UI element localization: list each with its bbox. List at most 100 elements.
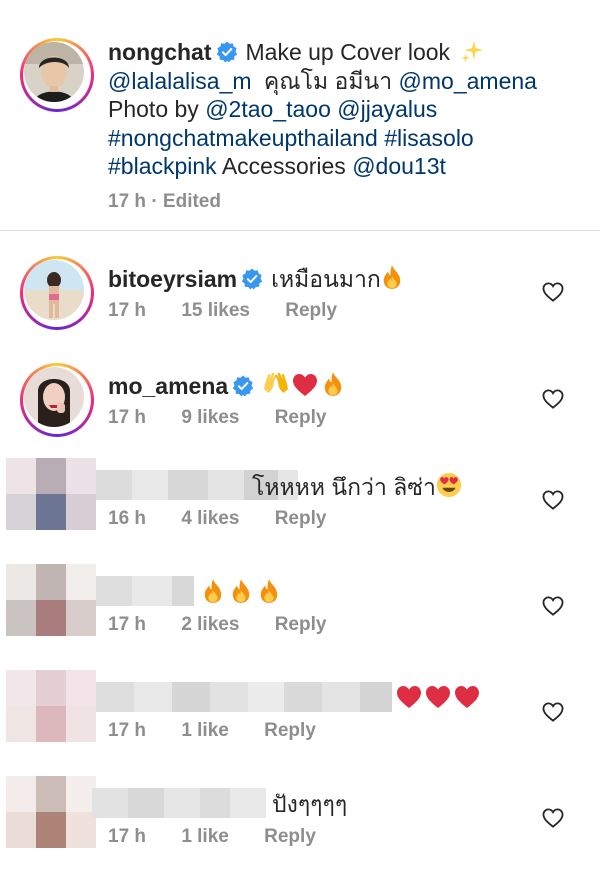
- pixelated-avatar: [6, 458, 96, 564]
- comment-time: 17 h: [108, 614, 147, 635]
- caption-thai-name: คุณโม อมีนา: [263, 67, 393, 94]
- comment-likes[interactable]: 2 likes: [181, 614, 239, 635]
- comment-time: 16 h: [108, 508, 147, 529]
- verified-badge-icon: [241, 268, 263, 290]
- fire-emoji-icon: [230, 578, 252, 604]
- post-caption: nongchat Make up Cover look @lalalalisa_m…: [0, 0, 600, 232]
- comment-item: ปังๆๆๆๆ 17 h 1 like Reply: [0, 776, 600, 882]
- caption-title: Make up Cover look: [245, 39, 451, 65]
- comment-username[interactable]: mo_amena: [108, 373, 228, 399]
- mention-lalalalisa-m[interactable]: @lalalalisa_m: [108, 68, 252, 94]
- verified-badge-icon: [216, 41, 238, 63]
- mention-2tao-taoo[interactable]: @2tao_taoo: [205, 96, 331, 122]
- comment-likes[interactable]: 9 likes: [181, 407, 239, 428]
- red-heart-emoji-icon: [292, 373, 318, 397]
- comment-text-line: โหหหห นึกว่า ลิซ่า: [252, 472, 462, 501]
- comment-likes[interactable]: 15 likes: [181, 300, 250, 321]
- verified-badge-icon: [232, 375, 254, 397]
- comment-item: mo_amena 17 h 9 likes Reply: [0, 357, 600, 463]
- comment-time: 17 h: [108, 407, 147, 428]
- fire-emoji-icon: [202, 578, 224, 604]
- reply-button[interactable]: Reply: [264, 826, 316, 847]
- comment-text-line: [396, 684, 480, 712]
- divider: [0, 230, 600, 231]
- comment-meta: 17 h 1 like Reply: [108, 720, 346, 742]
- reply-button[interactable]: Reply: [275, 614, 327, 635]
- caption-time: 17 h: [108, 191, 147, 212]
- caption-username[interactable]: nongchat: [108, 39, 212, 65]
- comment-likes[interactable]: 1 like: [181, 720, 229, 741]
- heart-eyes-emoji-icon: [436, 472, 462, 498]
- fire-emoji-icon: [322, 371, 344, 397]
- reply-button[interactable]: Reply: [264, 720, 316, 741]
- pixelated-avatar: [6, 564, 96, 670]
- comment-meta: 17 h 1 like Reply: [108, 826, 346, 848]
- comment-likes[interactable]: 4 likes: [181, 508, 239, 529]
- commenter-avatar-photo: [24, 367, 84, 427]
- comment-text-line: ปังๆๆๆๆ: [272, 790, 347, 818]
- fire-emoji-icon: [381, 264, 403, 290]
- comment-meta: 17 h 15 likes Reply: [108, 300, 367, 322]
- comment-username[interactable]: bitoeyrsiam: [108, 266, 237, 292]
- comment-item: 17 h 2 likes Reply: [0, 564, 600, 670]
- redacted-username: [96, 682, 392, 712]
- comment-text-line: mo_amena: [108, 371, 344, 400]
- fire-emoji-icon: [258, 578, 280, 604]
- like-heart-icon[interactable]: [542, 808, 564, 828]
- comment-body: ปังๆๆๆๆ: [272, 791, 348, 817]
- caption-line-3: Photo by @2tao_taoo @jjayalus: [108, 95, 588, 124]
- hashtag-nongchatmakeupthailand[interactable]: #nongchatmakeupthailand: [108, 125, 378, 151]
- caption-edited: Edited: [162, 191, 221, 212]
- hashtag-blackpink[interactable]: #blackpink: [108, 153, 217, 179]
- pixelated-avatar: [6, 776, 96, 882]
- comment-item: 17 h 1 like Reply: [0, 670, 600, 776]
- author-avatar-photo: [24, 42, 84, 102]
- comment-likes[interactable]: 1 like: [181, 826, 229, 847]
- reply-button[interactable]: Reply: [275, 407, 327, 428]
- sparkles-icon: [460, 39, 484, 63]
- reply-button[interactable]: Reply: [275, 508, 327, 529]
- caption-accessories: Accessories: [221, 153, 346, 179]
- comment-meta: 16 h 4 likes Reply: [108, 508, 356, 530]
- comment-meta: 17 h 2 likes Reply: [108, 614, 356, 636]
- mention-mo-amena[interactable]: @mo_amena: [399, 68, 537, 94]
- commenter-avatar[interactable]: [20, 256, 94, 330]
- comment-text-line: bitoeyrsiam เหมือนมาก: [108, 264, 403, 293]
- pixelated-avatar: [6, 670, 96, 776]
- comment-text-line: [202, 578, 280, 607]
- caption-meta: 17 h · Edited: [108, 191, 221, 213]
- comment-item: bitoeyrsiam เหมือนมาก 17 h 15 likes Reply: [0, 250, 600, 356]
- comment-time: 17 h: [108, 826, 147, 847]
- caption-line-2: @lalalalisa_m คุณโม อมีนา @mo_amena: [108, 67, 588, 96]
- caption-line-4: #nongchatmakeupthailand #lisasolo: [108, 124, 588, 153]
- commenter-avatar[interactable]: [20, 363, 94, 437]
- red-heart-emoji-icon: [454, 685, 480, 709]
- caption-text: nongchat Make up Cover look @lalalalisa_m…: [108, 38, 588, 181]
- like-heart-icon[interactable]: [542, 490, 564, 510]
- comment-meta: 17 h 9 likes Reply: [108, 407, 356, 429]
- comment-body: โหหหห นึกว่า ลิซ่า: [252, 474, 436, 500]
- redacted-username: [96, 576, 194, 606]
- comment-time: 17 h: [108, 720, 147, 741]
- red-heart-emoji-icon: [396, 685, 422, 709]
- like-heart-icon[interactable]: [542, 596, 564, 616]
- caption-line-1: nongchat Make up Cover look: [108, 38, 588, 67]
- commenter-avatar-photo: [24, 260, 84, 320]
- reply-button[interactable]: Reply: [285, 300, 337, 321]
- hashtag-lisasolo[interactable]: #lisasolo: [384, 125, 474, 151]
- comment-time: 17 h: [108, 300, 147, 321]
- author-avatar[interactable]: [20, 38, 94, 112]
- caption-photo-by: Photo by: [108, 96, 199, 122]
- red-heart-emoji-icon: [425, 685, 451, 709]
- caption-line-5: #blackpink Accessories @dou13t: [108, 152, 588, 181]
- like-heart-icon[interactable]: [542, 282, 564, 302]
- mention-jjayalus[interactable]: @jjayalus: [337, 96, 437, 122]
- comment-body: เหมือนมาก: [271, 266, 381, 292]
- mention-dou13t[interactable]: @dou13t: [352, 153, 446, 179]
- like-heart-icon[interactable]: [542, 702, 564, 722]
- like-heart-icon[interactable]: [542, 389, 564, 409]
- comment-item: โหหหห นึกว่า ลิซ่า 16 h 4 likes Reply: [0, 458, 600, 564]
- caption-separator: ·: [151, 191, 158, 212]
- raising-hands-emoji-icon: [262, 371, 290, 397]
- redacted-username: [92, 788, 266, 818]
